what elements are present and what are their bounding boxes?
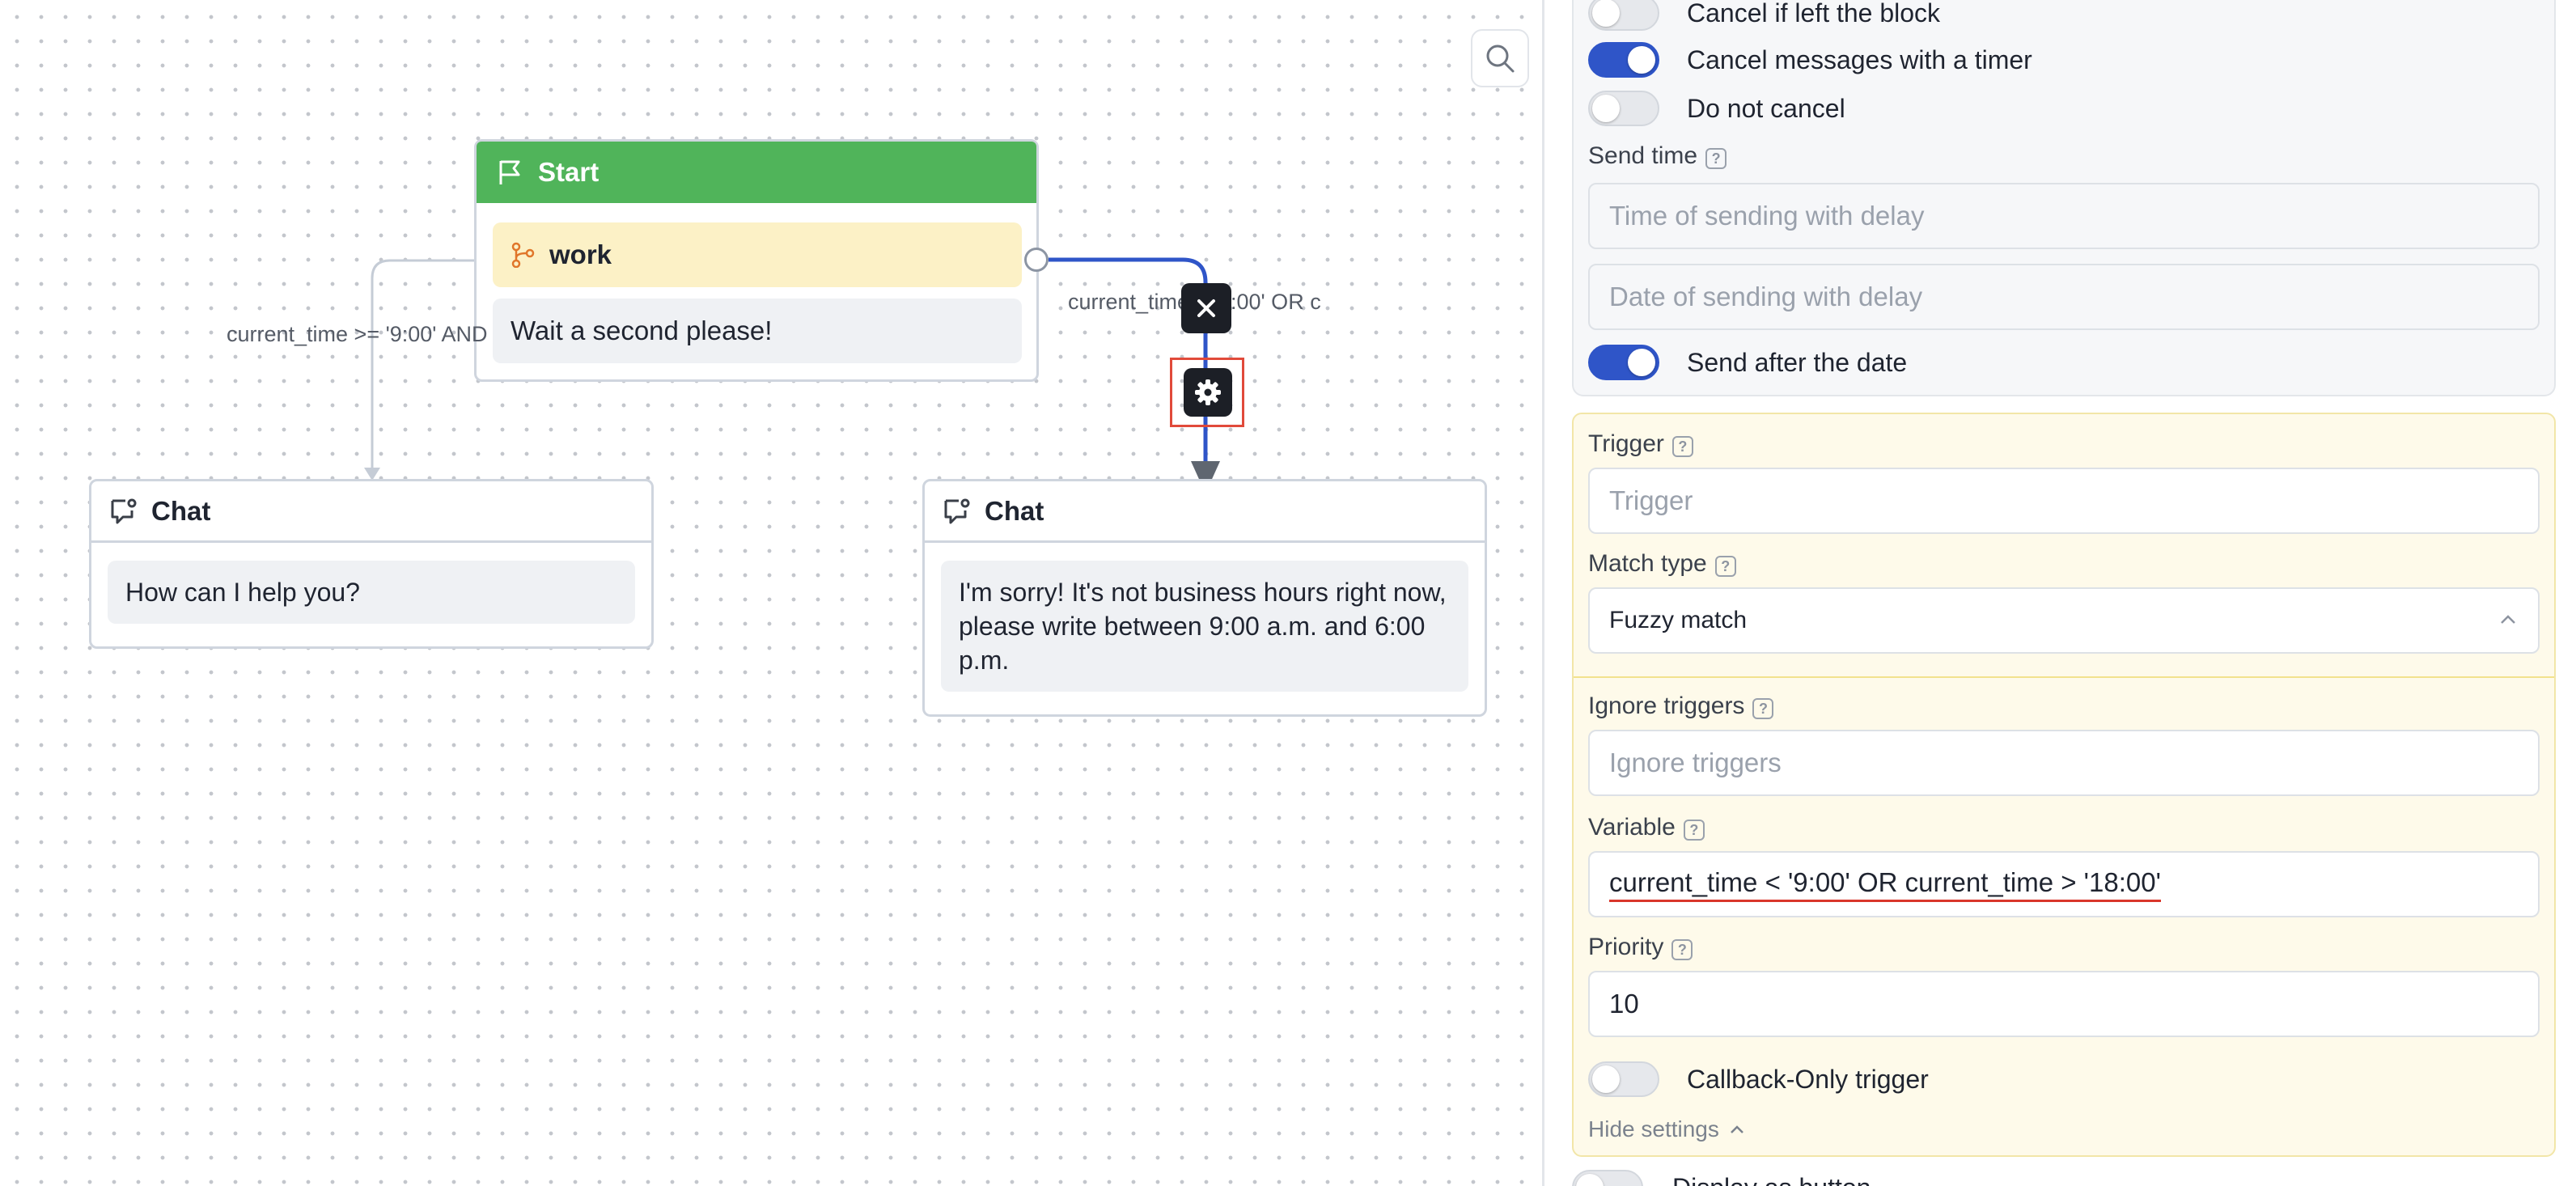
toggle-row-do-not-cancel[interactable]: Do not cancel xyxy=(1588,91,1845,126)
chevron-up-icon xyxy=(2501,615,2515,624)
sending-settings-section: Cancel if left the block Cancel messages… xyxy=(1572,0,2556,396)
send-date-placeholder: Date of sending with delay xyxy=(1609,282,1923,311)
toggle-row-cancel-left[interactable]: Cancel if left the block xyxy=(1588,0,1940,31)
callback-only-toggle[interactable] xyxy=(1588,1061,1659,1097)
hide-settings-link[interactable]: Hide settings xyxy=(1588,1116,1745,1142)
send-time-placeholder: Time of sending with delay xyxy=(1609,201,1925,231)
output-port[interactable] xyxy=(1024,248,1049,272)
start-node-message[interactable]: Wait a second please! xyxy=(493,299,1022,363)
toggle-label: Callback-Only trigger xyxy=(1687,1064,1929,1094)
help-icon[interactable]: ? xyxy=(1671,939,1693,960)
variable-label: Variable ? xyxy=(1588,814,1705,841)
help-icon[interactable]: ? xyxy=(1683,820,1705,841)
help-icon[interactable]: ? xyxy=(1714,556,1736,577)
chat-message-text: How can I help you? xyxy=(125,578,360,607)
settings-panel[interactable]: Cancel if left the block Cancel messages… xyxy=(1542,0,2576,1186)
variable-input[interactable]: current_time < '9:00' OR current_time > … xyxy=(1588,851,2540,917)
priority-label: Priority ? xyxy=(1588,934,1693,961)
start-node-message-text: Wait a second please! xyxy=(511,316,773,345)
priority-input[interactable]: 10 xyxy=(1588,971,2540,1037)
help-icon[interactable]: ? xyxy=(1752,698,1774,719)
trigger-label-text: Trigger xyxy=(1588,430,1664,457)
edge-settings-button[interactable] xyxy=(1184,368,1232,417)
start-node[interactable]: Start work Wait a second please! xyxy=(474,139,1039,382)
section-divider xyxy=(1574,676,2554,678)
hide-settings-text: Hide settings xyxy=(1588,1116,1719,1142)
delete-edge-button[interactable] xyxy=(1181,283,1231,333)
variable-value: current_time < '9:00' OR current_time > … xyxy=(1609,867,2161,902)
toggle-label: Cancel messages with a timer xyxy=(1687,44,2032,74)
send-date-input[interactable]: Date of sending with delay xyxy=(1588,264,2540,330)
ignore-triggers-label-text: Ignore triggers xyxy=(1588,693,1745,719)
chat-message[interactable]: I'm sorry! It's not business hours right… xyxy=(941,561,1468,692)
do-not-cancel-toggle[interactable] xyxy=(1588,91,1659,126)
chat-node-title: Chat xyxy=(985,495,1044,526)
priority-value: 10 xyxy=(1609,989,1639,1019)
edge-settings-highlight xyxy=(1170,358,1244,427)
priority-label-text: Priority xyxy=(1588,934,1664,960)
trigger-placeholder: Trigger xyxy=(1609,485,1693,515)
display-as-button-toggle[interactable] xyxy=(1572,1170,1643,1186)
match-type-value: Fuzzy match xyxy=(1609,607,1748,633)
chat-node-header: Chat xyxy=(91,481,651,543)
toggle-label: Cancel if left the block xyxy=(1687,0,1941,28)
send-time-input[interactable]: Time of sending with delay xyxy=(1588,183,2540,249)
toggle-row-cancel-timer[interactable]: Cancel messages with a timer xyxy=(1588,42,2032,78)
close-icon xyxy=(1197,299,1215,317)
send-time-label: Send time ? xyxy=(1588,142,1727,170)
branch-icon xyxy=(511,242,535,268)
toggle-label: Send after the date xyxy=(1687,347,1908,377)
flow-canvas[interactable]: Start work Wait a second please! current… xyxy=(0,0,1542,1186)
start-node-header: Start xyxy=(477,142,1036,203)
canvas-search-button[interactable] xyxy=(1471,29,1529,87)
toggle-label: Do not cancel xyxy=(1687,93,1845,123)
toggle-row-callback-only[interactable]: Callback-Only trigger xyxy=(1588,1061,1929,1097)
chat-node-header: Chat xyxy=(925,481,1485,543)
start-node-title: Start xyxy=(538,157,600,187)
toggle-row-display-as-button[interactable]: Display as button xyxy=(1572,1170,1871,1186)
ignore-triggers-input[interactable]: Ignore triggers xyxy=(1588,730,2540,796)
condition-name: work xyxy=(549,239,612,269)
cancel-timer-toggle[interactable] xyxy=(1588,42,1659,78)
variable-label-text: Variable xyxy=(1588,814,1676,841)
help-icon[interactable]: ? xyxy=(1705,148,1727,169)
trigger-input[interactable]: Trigger xyxy=(1588,468,2540,534)
trigger-label: Trigger ? xyxy=(1588,430,1693,458)
chat-node-title: Chat xyxy=(151,495,211,526)
toggle-row-send-after-date[interactable]: Send after the date xyxy=(1588,345,1907,380)
chat-icon xyxy=(111,498,137,523)
match-type-select[interactable]: Fuzzy match xyxy=(1588,587,2540,654)
trigger-settings-section: Trigger ? Trigger Match type ? Fuzzy mat… xyxy=(1572,413,2556,1157)
match-type-label: Match type ? xyxy=(1588,550,1736,578)
send-after-date-toggle[interactable] xyxy=(1588,345,1659,380)
chevron-up-icon xyxy=(1730,1125,1743,1133)
condition-row-work[interactable]: work xyxy=(493,222,1022,287)
ignore-triggers-label: Ignore triggers ? xyxy=(1588,693,1774,720)
edge-left[interactable] xyxy=(371,259,474,469)
chat-node-left[interactable]: Chat How can I help you? xyxy=(89,479,654,649)
edge-label-left: current_time >= '9:00' AND xyxy=(227,322,488,346)
help-icon[interactable]: ? xyxy=(1671,436,1693,457)
gear-icon xyxy=(1195,379,1221,405)
chat-message[interactable]: How can I help you? xyxy=(108,561,635,624)
match-type-label-text: Match type xyxy=(1588,550,1707,577)
cancel-left-toggle[interactable] xyxy=(1588,0,1659,31)
flag-icon xyxy=(499,160,520,184)
ignore-triggers-placeholder: Ignore triggers xyxy=(1609,748,1782,777)
chat-node-right[interactable]: Chat I'm sorry! It's not business hours … xyxy=(922,479,1487,717)
chat-message-text: I'm sorry! It's not business hours right… xyxy=(959,578,1447,675)
search-icon xyxy=(1486,44,1515,73)
chat-icon xyxy=(944,498,970,523)
toggle-label: Display as button xyxy=(1672,1173,1871,1186)
send-time-label-text: Send time xyxy=(1588,142,1698,169)
